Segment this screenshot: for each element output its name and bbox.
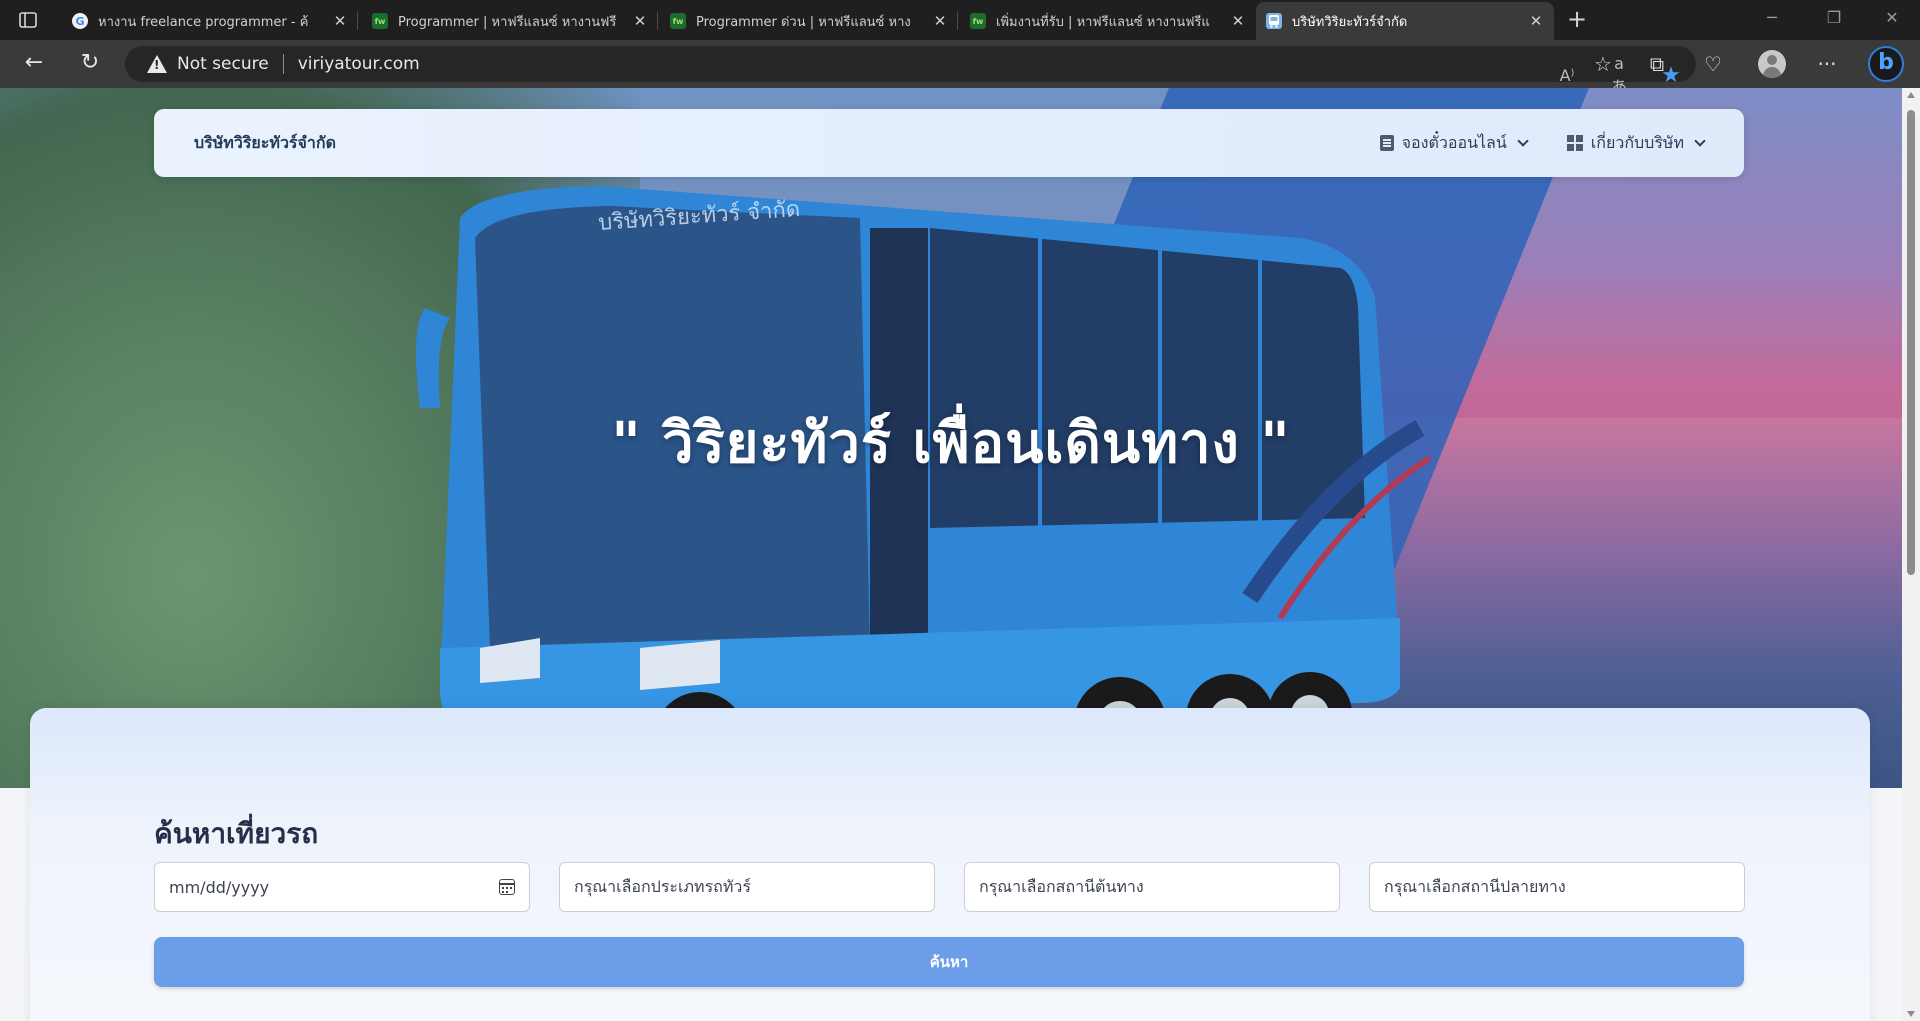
calendar-icon[interactable] — [499, 879, 515, 895]
search-title: ค้นหาเที่ยวรถ — [154, 817, 319, 850]
refresh-icon[interactable]: ↻ — [76, 50, 104, 78]
date-placeholder: mm/dd/yyyy — [169, 877, 270, 897]
close-icon[interactable]: ✕ — [1528, 12, 1544, 30]
tab-3[interactable]: fw Programmer ด่วน | หาฟรีแลนซ์ หาง ✕ — [660, 2, 958, 40]
tab-4[interactable]: fw เพิ่มงานที่รับ | หาฟรีแลนซ์ หางานฟรีแ… — [960, 2, 1256, 40]
favorites-icon[interactable]: ☆ — [1590, 52, 1616, 76]
hero-banner: บริษัทวิริยะทัวร์ จำกัด บริษัทวิริยะทัวร… — [0, 88, 1902, 788]
fastwork-icon: fw — [372, 13, 388, 29]
origin-select[interactable]: กรุณาเลือกสถานีต้นทาง — [964, 862, 1340, 912]
destination-placeholder: กรุณาเลือกสถานีปลายทาง — [1384, 876, 1566, 896]
nav-about-dropdown[interactable]: เกี่ยวกับบริษัท — [1566, 131, 1706, 156]
tab-title: Programmer ด่วน | หาฟรีแลนซ์ หาง — [696, 14, 911, 30]
chevron-down-icon — [1694, 135, 1706, 147]
bus-icon — [1266, 13, 1282, 29]
bing-copilot-icon[interactable]: b — [1868, 46, 1904, 82]
bus-type-placeholder: กรุณาเลือกประเภทรถทัวร์ — [574, 876, 751, 896]
brand-name[interactable]: บริษัทวิริยะทัวร์จำกัด — [194, 131, 336, 156]
close-icon[interactable]: ✕ — [1230, 12, 1246, 30]
nav-about-label: เกี่ยวกับบริษัท — [1590, 132, 1684, 152]
scroll-up-icon[interactable] — [1907, 92, 1915, 98]
bus-type-select[interactable]: กรุณาเลือกประเภทรถทัวร์ — [559, 862, 935, 912]
tab-title: บริษัทวิริยะทัวร์จำกัด — [1292, 14, 1408, 30]
close-icon[interactable]: ✕ — [632, 12, 648, 30]
fastwork-icon: fw — [970, 13, 986, 29]
google-icon: G — [72, 13, 88, 29]
window-close-icon[interactable]: ✕ — [1878, 8, 1906, 27]
tab-1[interactable]: G หางาน freelance programmer - ค้ ✕ — [62, 2, 358, 40]
nav-booking-dropdown[interactable]: จองตั๋วออนไลน์ — [1379, 131, 1529, 156]
origin-placeholder: กรุณาเลือกสถานีต้นทาง — [979, 876, 1144, 896]
nav-booking-label: จองตั๋วออนไลน์ — [1401, 132, 1507, 152]
dashboard-icon — [1566, 135, 1583, 151]
document-icon — [1379, 135, 1394, 151]
back-icon[interactable]: ← — [20, 50, 48, 78]
sidebar-toggle-icon[interactable] — [18, 10, 38, 30]
url-text[interactable]: viriyatour.com — [298, 54, 420, 74]
search-button[interactable]: ค้นหา — [154, 937, 1744, 987]
tab-title: Programmer | หาฟรีแลนซ์ หางานฟรี — [398, 14, 617, 30]
address-bar: ← ↻ Not secure viriyatour.com A⁾ aあ ★ ☆ … — [0, 40, 1920, 96]
read-aloud-icon[interactable]: A⁾ — [1556, 66, 1578, 85]
warning-icon — [147, 55, 167, 73]
trip-search-card: ค้นหาเที่ยวรถ mm/dd/yyyy กรุณาเลือกประเภ… — [30, 708, 1870, 1021]
url-field[interactable]: Not secure viriyatour.com A⁾ aあ ★ — [125, 46, 1696, 96]
close-icon[interactable]: ✕ — [932, 12, 948, 30]
profile-avatar[interactable] — [1758, 50, 1786, 78]
page-viewport: บริษัทวิริยะทัวร์ จำกัด บริษัทวิริยะทัวร… — [0, 88, 1902, 1021]
destination-select[interactable]: กรุณาเลือกสถานีปลายทาง — [1369, 862, 1745, 912]
more-options-icon[interactable]: ··· — [1814, 52, 1840, 76]
page-scrollbar[interactable] — [1902, 88, 1920, 1021]
hero-slogan: " วิริยะทัวร์ เพื่อนเดินทาง " — [611, 411, 1291, 476]
chevron-down-icon — [1517, 135, 1529, 147]
collections-icon[interactable]: ⧉ — [1644, 52, 1670, 76]
date-input[interactable]: mm/dd/yyyy — [154, 862, 530, 912]
tab-2[interactable]: fw Programmer | หาฟรีแลนซ์ หางานฟรี ✕ — [362, 2, 658, 40]
tab-title: เพิ่มงานที่รับ | หาฟรีแลนซ์ หางานฟรีแ — [996, 14, 1210, 30]
security-label[interactable]: Not secure — [177, 54, 269, 74]
tab-bar: G หางาน freelance programmer - ค้ ✕ fw P… — [0, 0, 1920, 40]
tab-5-active[interactable]: บริษัทวิริยะทัวร์จำกัด ✕ — [1256, 2, 1554, 40]
new-tab-icon[interactable]: + — [1563, 6, 1591, 34]
close-icon[interactable]: ✕ — [332, 12, 348, 30]
restore-icon[interactable]: ❐ — [1820, 8, 1848, 27]
scroll-thumb[interactable] — [1907, 110, 1915, 575]
top-navbar: บริษัทวิริยะทัวร์จำกัด จองตั๋วออนไลน์ เก… — [154, 109, 1744, 177]
fastwork-icon: fw — [670, 13, 686, 29]
tab-title: หางาน freelance programmer - ค้ — [98, 14, 309, 30]
minimize-icon[interactable]: ─ — [1758, 8, 1786, 27]
browser-essentials-icon[interactable]: ♡ — [1700, 52, 1726, 76]
scroll-down-icon[interactable] — [1907, 1011, 1915, 1017]
